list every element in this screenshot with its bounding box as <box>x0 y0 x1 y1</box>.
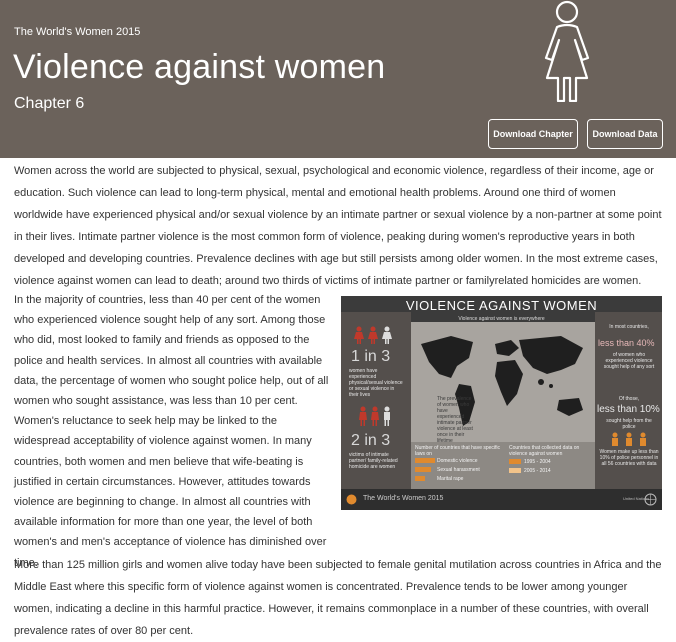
stat-less-than-40: less than 40% <box>598 338 655 348</box>
police-figures-icon <box>612 432 646 446</box>
legend-bar-marital <box>415 476 425 481</box>
page-header: The World's Women 2015 Violence against … <box>0 0 676 158</box>
right-among: Of those, <box>618 396 640 402</box>
legend-harassment-label: Sexual harassment <box>437 467 480 473</box>
fgm-paragraph: More than 125 million girls and women al… <box>14 559 662 637</box>
stat-less-than-10-text: sought help from the police <box>606 418 652 430</box>
intro-paragraph: Women across the world are subjected to … <box>14 165 662 287</box>
series-title: The World's Women 2015 <box>14 26 141 38</box>
stat-less-than-10: less than 10% <box>597 404 660 415</box>
stat-two-in-three: 2 in 3 <box>351 432 391 449</box>
violence-infographic[interactable]: VIOLENCE AGAINST WOMEN Violence against … <box>341 296 662 510</box>
legend-right-title: Countries that collected data on violenc… <box>509 445 580 457</box>
womens-symbol-icon <box>346 494 357 505</box>
legend-bar-harassment <box>415 467 431 472</box>
police-personnel-text: Women make up less than 10% of police pe… <box>599 449 659 467</box>
legend-swatch-2 <box>509 468 521 473</box>
infographic-footer-label: The World's Women 2015 <box>363 495 444 502</box>
page-title: Violence against women <box>13 48 386 86</box>
infographic-footer: The World's Women 2015 United Nations <box>341 489 662 510</box>
un-logo-icon <box>644 493 657 506</box>
stat-less-than-40-text: of women who experienced violence sought… <box>603 352 655 370</box>
infographic-legend: Number of countries that have specific l… <box>411 442 595 489</box>
victims-figures-icon <box>359 406 390 426</box>
legend-domestic-label: Domestic violence <box>437 458 478 464</box>
download-data-button[interactable]: Download Data <box>587 119 663 149</box>
right-intro: In most countries, <box>609 324 649 330</box>
stat-one-in-three: 1 in 3 <box>351 348 391 365</box>
legend-swatch-1 <box>509 459 521 464</box>
legend-marital-label: Marital rape <box>437 476 464 482</box>
women-figures-icon <box>354 326 392 344</box>
world-map: The prevalence of women who have experie… <box>411 322 595 444</box>
stat-one-in-three-text: women have experienced physical/sexual v… <box>349 368 403 398</box>
infographic-title: VIOLENCE AGAINST WOMEN <box>405 298 598 313</box>
legend-bar-domestic <box>415 458 435 463</box>
download-chapter-button[interactable]: Download Chapter <box>488 119 578 149</box>
stat-two-in-three-text: victims of intimate partner/ family-rela… <box>349 452 398 470</box>
help-seeking-paragraph: In the majority of countries, less than … <box>14 294 329 569</box>
chapter-label: Chapter 6 <box>14 95 85 112</box>
woman-icon <box>544 0 590 102</box>
map-note: The prevalence of women who have experie… <box>437 396 473 444</box>
legend-period-2: 2005 - 2014 <box>524 468 551 474</box>
legend-period-1: 1995 - 2004 <box>524 459 551 465</box>
legend-left-title: Number of countries that have specific l… <box>415 445 501 457</box>
